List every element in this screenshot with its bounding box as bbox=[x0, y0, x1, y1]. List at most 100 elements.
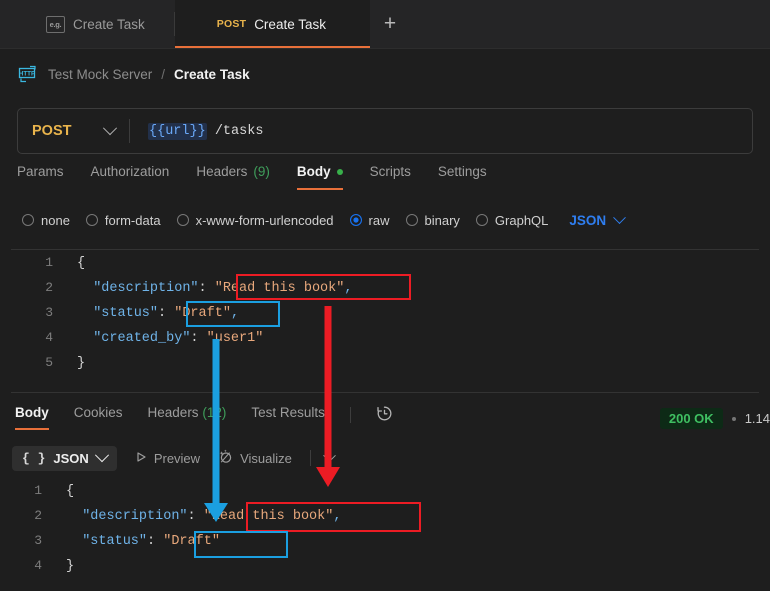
http-mock-server-icon: HTTP bbox=[17, 65, 39, 83]
status-badge: 200 OK bbox=[659, 408, 723, 429]
url-path-text: /tasks bbox=[206, 123, 264, 139]
tab-label: Headers bbox=[147, 405, 199, 420]
tab-label: Body bbox=[296, 164, 331, 179]
page-title: Create Task bbox=[174, 66, 250, 82]
body-type-form-data[interactable]: form-data bbox=[85, 212, 161, 228]
body-type-options: none form-data x-www-form-urlencoded raw… bbox=[0, 207, 770, 233]
response-body-toolbar: { } JSON Preview Visualize bbox=[12, 444, 336, 472]
code-token: "status" bbox=[77, 306, 159, 321]
response-tab-body[interactable]: Body bbox=[15, 405, 49, 430]
request-tab-body[interactable]: Body bbox=[296, 164, 343, 190]
visualize-button[interactable]: Visualize bbox=[218, 449, 292, 467]
response-code-line: 3 "status": "Draft" bbox=[0, 528, 770, 553]
new-tab-button[interactable]: + bbox=[370, 0, 410, 48]
code-token: "Read this book" bbox=[214, 281, 345, 296]
option-label: binary bbox=[424, 212, 460, 228]
postman-request-window: e.g. Create Task POST Create Task + HTTP… bbox=[0, 0, 770, 591]
code-token: } bbox=[77, 356, 86, 371]
response-tabs-divider bbox=[349, 407, 351, 423]
body-type-binary[interactable]: binary bbox=[405, 212, 460, 228]
tab-label: Authorization bbox=[90, 164, 170, 179]
response-format-select[interactable]: { } JSON bbox=[12, 445, 117, 471]
code-token: "created_by" bbox=[77, 331, 191, 346]
code-token: "description" bbox=[66, 509, 188, 524]
tab-label: Settings bbox=[437, 164, 487, 179]
response-headers-count: (12) bbox=[202, 405, 227, 420]
radio-icon-selected bbox=[349, 214, 362, 226]
breadcrumb-root[interactable]: Test Mock Server bbox=[48, 67, 152, 82]
http-method-select[interactable]: POST bbox=[18, 121, 129, 139]
url-input[interactable]: {{url}} /tasks bbox=[130, 122, 752, 140]
request-tab-params[interactable]: Params bbox=[17, 164, 64, 190]
code-token: { bbox=[77, 256, 86, 271]
http-method-value: POST bbox=[32, 123, 72, 139]
status-separator-dot bbox=[731, 416, 736, 421]
response-divider bbox=[11, 392, 759, 393]
request-tab-settings[interactable]: Settings bbox=[438, 164, 487, 190]
code-token: , bbox=[344, 281, 353, 296]
response-tab-cookies[interactable]: Cookies bbox=[74, 405, 123, 430]
breadcrumb-separator: / bbox=[161, 66, 166, 82]
line-number: 3 bbox=[45, 305, 53, 320]
tab-label: Headers bbox=[196, 164, 248, 179]
code-token: : bbox=[190, 331, 207, 346]
option-label: none bbox=[41, 212, 70, 228]
visualize-label: Visualize bbox=[240, 450, 292, 466]
preview-button[interactable]: Preview bbox=[135, 451, 200, 466]
body-modified-dot-icon bbox=[336, 168, 343, 175]
chevron-down-icon[interactable] bbox=[322, 448, 336, 462]
body-type-raw[interactable]: raw bbox=[349, 212, 390, 228]
radio-icon bbox=[22, 214, 34, 226]
response-code-line: 4} bbox=[0, 553, 770, 578]
radio-icon bbox=[85, 214, 98, 226]
example-icon: e.g. bbox=[46, 15, 65, 33]
request-tab-scripts[interactable]: Scripts bbox=[370, 164, 411, 190]
code-token: : bbox=[147, 534, 164, 549]
tab-method-badge: POST bbox=[216, 18, 247, 30]
code-token: "user1" bbox=[206, 331, 264, 346]
request-body-editor[interactable]: 1{2 "description": "Read this book", 3 "s… bbox=[11, 249, 759, 390]
magic-wand-icon bbox=[218, 449, 233, 467]
code-token: "Read this book" bbox=[203, 509, 334, 524]
tab-label: Create Task bbox=[254, 16, 326, 32]
body-type-graphql[interactable]: GraphQL bbox=[475, 212, 549, 228]
option-label: GraphQL bbox=[494, 212, 549, 228]
preview-label: Preview bbox=[153, 450, 201, 466]
tab-label: Test Results bbox=[251, 405, 325, 420]
tab-create-task-request[interactable]: POST Create Task bbox=[174, 0, 371, 48]
line-number: 2 bbox=[34, 508, 42, 523]
body-type-x-www-form-urlencoded[interactable]: x-www-form-urlencoded bbox=[176, 212, 334, 228]
option-label: raw bbox=[368, 212, 390, 228]
code-text: "description": "Read this book", bbox=[77, 276, 759, 301]
toolbar-divider bbox=[309, 450, 311, 466]
code-token: "description" bbox=[77, 281, 199, 296]
line-number: 3 bbox=[34, 533, 42, 548]
code-token: : bbox=[187, 509, 204, 524]
code-text: "created_by": "user1" bbox=[77, 326, 759, 351]
response-tab-test-results[interactable]: Test Results bbox=[251, 405, 325, 430]
request-code-line: 1{ bbox=[11, 250, 759, 275]
code-text: { bbox=[77, 251, 759, 276]
code-text: } bbox=[66, 554, 770, 579]
clock-history-icon[interactable] bbox=[376, 405, 393, 422]
request-tab-authorization[interactable]: Authorization bbox=[91, 164, 170, 190]
response-tab-headers[interactable]: Headers (12) bbox=[148, 405, 227, 430]
response-time: 1.14 bbox=[744, 411, 770, 426]
radio-icon bbox=[475, 214, 488, 226]
option-label: x-www-form-urlencoded bbox=[195, 212, 334, 228]
tab-create-task-example[interactable]: e.g. Create Task bbox=[0, 0, 175, 48]
option-label: form-data bbox=[104, 212, 161, 228]
breadcrumb: HTTP Test Mock Server / Create Task bbox=[0, 48, 770, 100]
radio-icon bbox=[405, 214, 418, 226]
response-body-editor[interactable]: 1{2 "description": "Read this book", 3 "s… bbox=[0, 478, 770, 591]
body-format-select[interactable]: JSON bbox=[569, 210, 627, 228]
body-type-none[interactable]: none bbox=[22, 213, 70, 228]
response-code-line: 2 "description": "Read this book", bbox=[0, 503, 770, 528]
response-format-value: JSON bbox=[53, 450, 89, 466]
code-token: "Draft" bbox=[163, 534, 220, 549]
body-format-value: JSON bbox=[569, 212, 607, 228]
code-text: "description": "Read this book", bbox=[66, 504, 770, 529]
request-tab-headers[interactable]: Headers (9) bbox=[196, 164, 270, 190]
request-code-line: 5} bbox=[11, 350, 759, 375]
request-tabs: Params Authorization Headers (9) Body Sc… bbox=[0, 164, 770, 200]
